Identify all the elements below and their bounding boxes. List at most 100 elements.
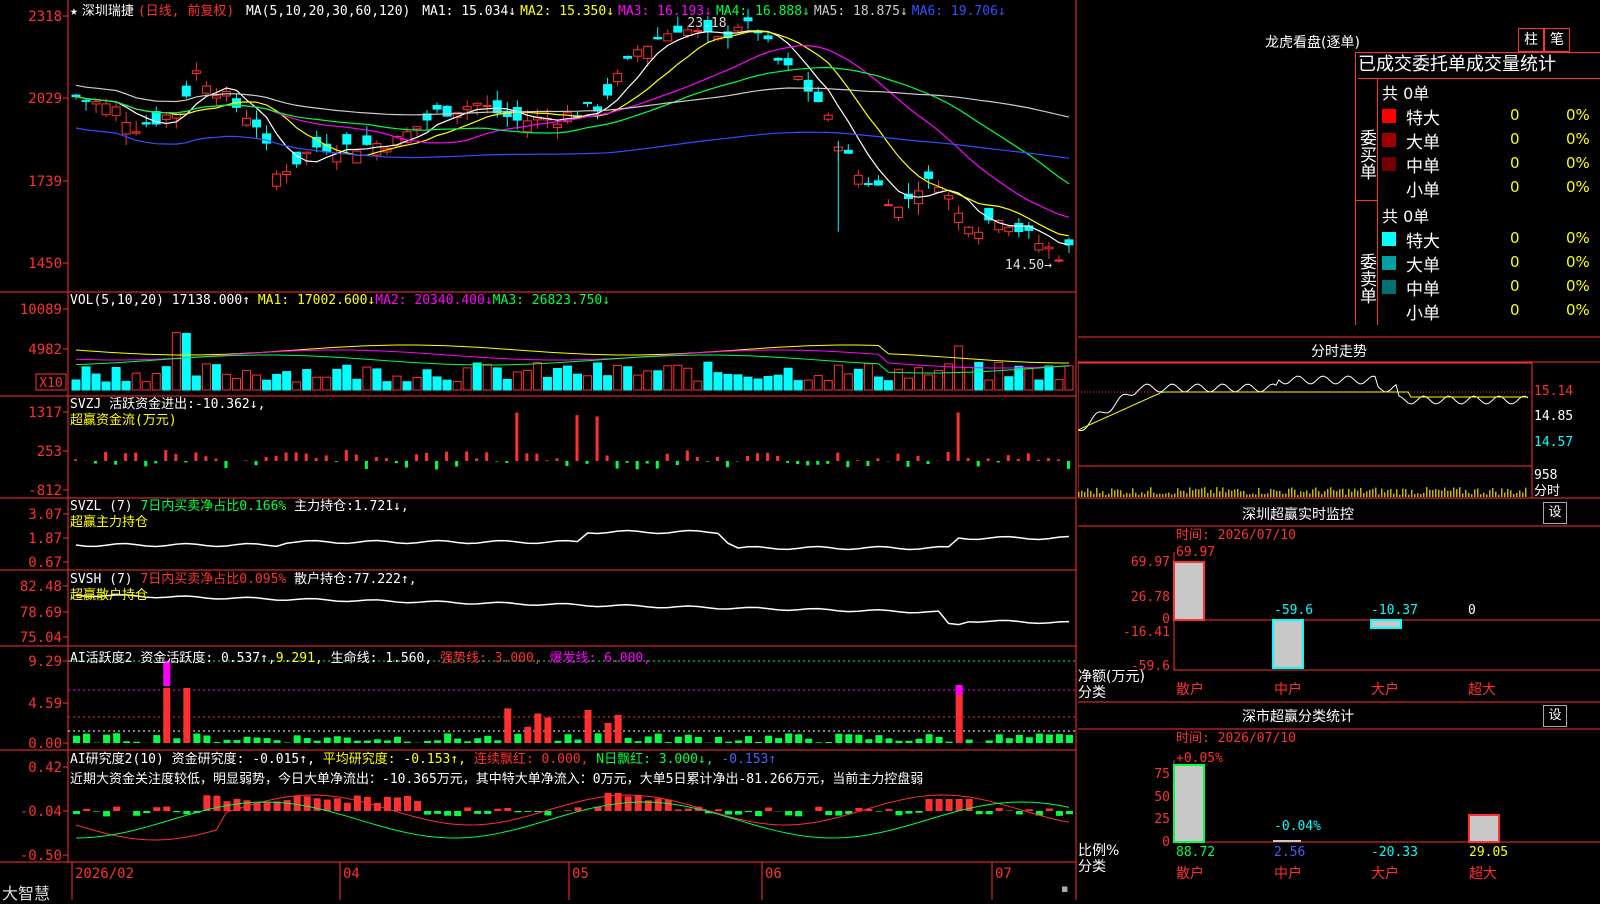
ai-research-t3: 连续飘红: 0.000, — [474, 752, 589, 767]
research-bar — [404, 796, 411, 811]
activity-bar — [695, 737, 702, 743]
volume-bar — [243, 371, 251, 390]
intraday-vol-bar — [1231, 491, 1233, 497]
fund-flow-bar — [164, 450, 167, 461]
volume-bar — [263, 380, 271, 390]
classify-bar-value: 2.56 — [1274, 845, 1305, 860]
ai-research-t2: 平均研究度: — [323, 752, 396, 767]
activity-bar — [374, 739, 381, 743]
monitor-bar-value: 0 — [1468, 603, 1476, 618]
candle-body — [253, 120, 261, 127]
intraday-vol-bar — [1456, 489, 1458, 497]
volume-bar — [574, 374, 582, 390]
candle-body — [1045, 247, 1053, 249]
candle-body — [784, 59, 792, 65]
fund-flow-bar — [545, 460, 548, 461]
fund-flow-bar — [275, 456, 278, 461]
vol-label: VOL(5,10,20) — [70, 293, 164, 308]
intraday-vol-bar — [1084, 492, 1086, 497]
intraday-vol-bar — [1243, 491, 1245, 497]
candle-body — [955, 213, 963, 222]
svzj-value: -10.362↓, — [195, 397, 265, 412]
fund-flow-bar — [365, 461, 368, 469]
research-bar — [926, 799, 933, 811]
svzl-text2: 主力持仓: — [294, 499, 354, 514]
volume-bar — [92, 374, 100, 390]
candle-body — [734, 27, 742, 31]
intraday-vol-bar — [1375, 488, 1377, 497]
activity-bar — [775, 738, 782, 743]
fund-flow-bar — [204, 456, 207, 461]
fund-flow-bar — [616, 461, 619, 469]
volume-bar — [423, 370, 431, 390]
classify-y-tick: 0 — [1162, 835, 1170, 850]
intraday-vol-bar — [1348, 489, 1350, 497]
ai-research-legend: AI研究度2(10) 资金研究度: -0.015↑, 平均研究度: -0.153… — [70, 750, 923, 790]
fund-flow-bar — [1057, 459, 1060, 461]
volume-bar — [192, 376, 200, 390]
candle-body — [644, 46, 652, 58]
intraday-vol-bar — [1483, 493, 1485, 497]
research-bar — [83, 809, 90, 811]
intraday-y-tick: 14.57 — [1534, 435, 1573, 450]
ma-line-ma1 — [76, 31, 1069, 245]
fund-flow-bar — [776, 456, 779, 461]
research-bar — [143, 811, 150, 813]
y-tick-label: 2318 — [28, 9, 62, 25]
research-bar — [414, 801, 421, 811]
volume-bar — [473, 363, 481, 390]
fund-flow-bar — [375, 457, 378, 461]
intraday-vol-bar — [1471, 494, 1473, 497]
intraday-vol-bar — [1522, 492, 1524, 497]
y-tick-label: 3.07 — [28, 507, 62, 523]
ai-research-t4: N日飘红: 3.000↓, — [596, 752, 713, 767]
research-bar — [835, 811, 842, 816]
fund-flow-bar — [415, 454, 418, 461]
volume-bar — [764, 376, 772, 390]
research-bar — [715, 809, 722, 811]
intraday-vol-bar — [1090, 491, 1092, 497]
candle-body — [463, 107, 471, 110]
fund-flow-bar — [896, 454, 899, 461]
fund-flow-bar — [596, 416, 599, 461]
classify-y-tick: 50 — [1154, 790, 1170, 805]
activity-bar — [444, 733, 451, 743]
volume-bar — [433, 377, 441, 390]
intraday-vol-bar — [1363, 493, 1365, 497]
intraday-vol-bar — [1291, 488, 1293, 497]
research-bar — [815, 807, 822, 811]
intraday-vol-bar — [1420, 494, 1422, 497]
volume-bar — [784, 368, 792, 390]
fund-flow-bar — [385, 458, 388, 461]
activity-bar — [595, 733, 602, 743]
volume-bar — [965, 367, 973, 390]
volume-bar — [393, 376, 401, 390]
research-bar — [625, 796, 632, 811]
volume-bar — [413, 377, 421, 390]
intraday-vol-bar — [1312, 489, 1314, 497]
intraday-vol-bar — [1315, 488, 1317, 497]
research-bar — [304, 796, 311, 811]
intraday-vol-bar — [1207, 493, 1209, 497]
activity-bar — [244, 737, 251, 743]
intraday-vol-bar — [1519, 490, 1521, 497]
legend-ma1: MA1: 17002.600↓ — [258, 293, 375, 308]
intraday-vol-bar — [1495, 492, 1497, 497]
volume-bar — [584, 376, 592, 390]
activity-bar — [103, 735, 110, 743]
volume-bar — [884, 381, 892, 390]
activity-bar — [685, 735, 692, 743]
legend-ma1: MA1: 15.034↓ — [422, 4, 516, 19]
activity-bar — [163, 688, 170, 743]
ai-active-label: AI活跃度2 — [70, 651, 132, 666]
intraday-vol-bar — [1492, 488, 1494, 497]
lock-icon[interactable]: ▪ — [1061, 882, 1068, 895]
fund-flow-bar — [255, 461, 258, 465]
research-bar — [434, 811, 441, 814]
ai-active-t4: 强势线: 3.000, — [440, 651, 542, 666]
fund-flow-bar — [335, 461, 338, 462]
y-tick-label: -0.50 — [20, 848, 62, 864]
candle-body — [263, 134, 271, 143]
app-logo[interactable]: 大智慧 — [2, 880, 50, 904]
volume-bar — [313, 377, 321, 390]
